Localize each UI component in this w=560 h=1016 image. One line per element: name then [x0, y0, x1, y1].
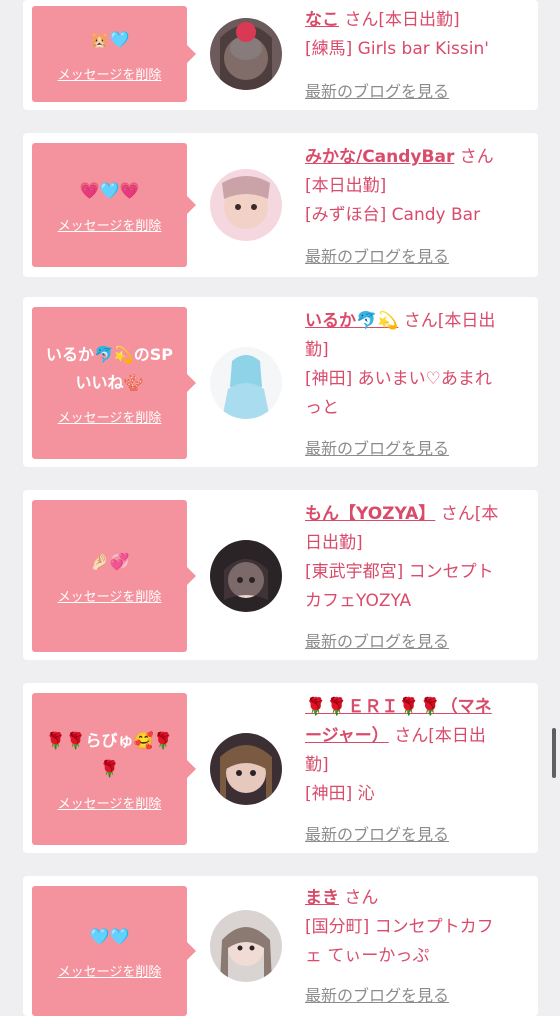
message-text: いるか🐬💫のSP: [45, 344, 174, 364]
delete-message-link[interactable]: メッセージを削除: [58, 586, 162, 605]
message-text: 🩵🩵: [89, 926, 130, 946]
avatar[interactable]: [210, 169, 282, 241]
member-name-link-line2[interactable]: ージャー）: [305, 726, 389, 746]
latest-blog-link[interactable]: 最新のブログを見る: [305, 982, 449, 1006]
member-name-link[interactable]: みかな/CandyBar: [305, 147, 454, 167]
member-name-link[interactable]: もん【YOZYA】: [305, 504, 435, 524]
message-bubble: 💗🩵💗 メッセージを削除: [32, 143, 196, 267]
message-text-line2: 🌹: [99, 758, 120, 778]
shop-text-line2: カフェYOZYA: [305, 591, 412, 611]
avatar[interactable]: [210, 733, 282, 805]
member-card: 🐹🩵 メッセージを削除 なこ さん[本日出勤] [練馬] Girls bar K…: [23, 0, 538, 110]
member-info: まき さん [国分町] コンセプトカフ ェ てぃーかっぷ: [305, 884, 535, 971]
avatar[interactable]: [210, 347, 282, 419]
member-card: 🌹🌹らびゅ🥰🌹 🌹 メッセージを削除 🌹🌹ＥＲＩ🌹🌹（マネ ージャー） さん[本…: [23, 683, 538, 853]
member-info: もん【YOZYA】 さん[本 日出勤] [東武宇都宮] コンセプト カフェYOZ…: [305, 500, 535, 616]
message-bubble: 🩵🩵 メッセージを削除: [32, 886, 196, 1016]
message-text: 🐹🩵: [89, 29, 130, 49]
status-text: [本日出勤]: [305, 176, 387, 196]
member-name-link[interactable]: まき: [305, 888, 339, 908]
shop-text: [神田] あいまい♡あまれ: [305, 369, 492, 389]
status-text: さん[本日出勤]: [339, 10, 460, 30]
status-text: さん: [454, 147, 494, 167]
message-text: 🌹🌹らびゅ🥰🌹: [45, 730, 174, 750]
latest-blog-link[interactable]: 最新のブログを見る: [305, 628, 449, 652]
member-info: なこ さん[本日出勤] [練馬] Girls bar Kissin': [305, 6, 535, 64]
latest-blog-link[interactable]: 最新のブログを見る: [305, 821, 449, 845]
message-text: 🤌🏻💞: [89, 551, 130, 571]
delete-message-link[interactable]: メッセージを削除: [58, 215, 162, 234]
member-card: 🩵🩵 メッセージを削除 まき さん [国分町] コンセプトカフ ェ てぃーかっぷ…: [23, 876, 538, 1016]
status-text: さん: [339, 888, 379, 908]
message-text-line2: いいね🪸: [75, 372, 144, 392]
delete-message-link[interactable]: メッセージを削除: [58, 407, 162, 426]
delete-message-link[interactable]: メッセージを削除: [58, 64, 162, 83]
member-card: 💗🩵💗 メッセージを削除 みかな/CandyBar さん [本日出勤] [みずほ…: [23, 133, 538, 277]
message-bubble: 🐹🩵 メッセージを削除: [32, 6, 196, 102]
message-bubble: 🤌🏻💞 メッセージを削除: [32, 500, 196, 652]
shop-text-line2: っと: [305, 398, 339, 418]
message-bubble: いるか🐬💫のSP いいね🪸 メッセージを削除: [32, 307, 196, 459]
shop-text: [東武宇都宮] コンセプト: [305, 562, 494, 582]
shop-text: [国分町] コンセプトカフ: [305, 917, 494, 937]
shop-text-line2: ェ てぃーかっぷ: [305, 946, 430, 966]
message-bubble: 🌹🌹らびゅ🥰🌹 🌹 メッセージを削除: [32, 693, 196, 845]
latest-blog-link[interactable]: 最新のブログを見る: [305, 78, 449, 102]
shop-text: [神田] 沁: [305, 784, 375, 804]
avatar[interactable]: [210, 910, 282, 982]
status-text: 勤]: [305, 340, 329, 360]
member-name-link[interactable]: なこ: [305, 10, 339, 30]
latest-blog-link[interactable]: 最新のブログを見る: [305, 243, 449, 267]
delete-message-link[interactable]: メッセージを削除: [58, 961, 162, 980]
shop-text: [練馬] Girls bar Kissin': [305, 39, 489, 59]
avatar[interactable]: [210, 18, 282, 90]
member-card: 🤌🏻💞 メッセージを削除 もん【YOZYA】 さん[本 日出勤] [東武宇都宮]…: [23, 490, 538, 660]
status-text: さん[本日出: [398, 311, 496, 331]
member-info: 🌹🌹ＥＲＩ🌹🌹（マネ ージャー） さん[本日出 勤] [神田] 沁: [305, 693, 535, 809]
scrollbar[interactable]: [552, 728, 556, 778]
latest-blog-link[interactable]: 最新のブログを見る: [305, 435, 449, 459]
status-text: さん[本日出: [388, 726, 486, 746]
status-text: さん[本: [435, 504, 499, 524]
status-text: 勤]: [305, 755, 329, 775]
shop-text: [みずほ台] Candy Bar: [305, 205, 481, 225]
message-text: 💗🩵💗: [79, 180, 140, 200]
member-name-link[interactable]: 🌹🌹ＥＲＩ🌹🌹（マネ: [305, 697, 492, 717]
member-info: みかな/CandyBar さん [本日出勤] [みずほ台] Candy Bar: [305, 143, 535, 230]
member-card: いるか🐬💫のSP いいね🪸 メッセージを削除 いるか🐬💫 さん[本日出 勤] […: [23, 297, 538, 467]
avatar[interactable]: [210, 540, 282, 612]
status-text: 日出勤]: [305, 533, 363, 553]
delete-message-link[interactable]: メッセージを削除: [58, 793, 162, 812]
member-name-link[interactable]: いるか🐬💫: [305, 311, 398, 331]
member-info: いるか🐬💫 さん[本日出 勤] [神田] あいまい♡あまれ っと: [305, 307, 535, 423]
